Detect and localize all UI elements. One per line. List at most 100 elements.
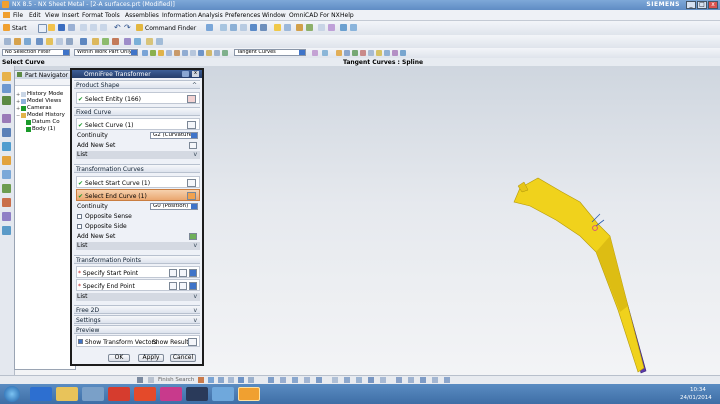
snap-endpoint-icon[interactable] [198, 377, 204, 383]
component-rule-icon[interactable] [198, 50, 204, 56]
app-taskbar-icon[interactable] [160, 387, 182, 401]
work-part-filter-dropdown[interactable]: Within Work Part Only [74, 49, 138, 56]
face-rule-icon[interactable] [174, 50, 180, 56]
offset-icon[interactable] [156, 38, 163, 45]
menu-help[interactable]: Help [340, 12, 354, 19]
flange-icon[interactable] [46, 38, 53, 45]
snap-existing-point-icon[interactable] [248, 377, 254, 383]
tree-item-history-mode[interactable]: History Mode [27, 91, 63, 97]
sheet-metal-part[interactable] [500, 166, 660, 376]
opposite-side-row[interactable]: Opposite Side [76, 222, 200, 231]
history-icon[interactable] [2, 156, 11, 165]
command-finder-button[interactable]: Command Finder [145, 25, 196, 32]
feature-rule-icon[interactable] [190, 50, 196, 56]
point-dialog-icon[interactable] [169, 282, 177, 290]
app-taskbar-icon[interactable] [186, 387, 208, 401]
select-entity-row[interactable]: ✔ Select Entity (166) [76, 92, 200, 104]
point-type-dropdown[interactable] [189, 282, 197, 290]
apply-button[interactable]: Apply [138, 354, 164, 362]
opposite-sense-row[interactable]: Opposite Sense [76, 212, 200, 221]
tree-item-body[interactable]: Body (1) [32, 126, 55, 132]
omnicad-icon[interactable] [124, 38, 131, 45]
transform-icon[interactable] [134, 38, 141, 45]
curve-selection-icon[interactable] [187, 192, 196, 200]
process-studio-icon[interactable] [2, 184, 11, 193]
snap-control-point-icon[interactable] [268, 377, 274, 383]
point-type-dropdown[interactable] [189, 269, 197, 277]
save-icon[interactable] [58, 24, 65, 31]
zoom-icon[interactable] [230, 24, 237, 31]
system-scenes-icon[interactable] [2, 212, 11, 221]
select-icon[interactable] [158, 50, 164, 56]
snap-curve-icon[interactable] [356, 377, 362, 383]
section-transformation-points[interactable]: Transformation Points [74, 255, 200, 264]
snap-vertex-icon[interactable] [396, 377, 402, 383]
specify-start-point-row[interactable]: * Specify Start Point [76, 266, 200, 278]
extrude-icon[interactable] [14, 38, 21, 45]
menu-file[interactable]: File [13, 12, 23, 19]
measure-icon[interactable] [340, 24, 347, 31]
flat-pattern-icon[interactable] [80, 38, 87, 45]
app-taskbar-icon[interactable] [108, 387, 130, 401]
add-new-set-button[interactable] [189, 233, 197, 240]
section-preview[interactable]: Preview [74, 325, 200, 334]
system-materials-icon[interactable] [2, 170, 11, 179]
redo-icon[interactable]: ↷ [124, 23, 131, 32]
constraint-navigator-icon[interactable] [2, 84, 11, 93]
shaded-icon[interactable] [274, 24, 281, 31]
snap-axis-icon[interactable] [432, 377, 438, 383]
close-button[interactable]: x [708, 1, 718, 9]
ok-button[interactable]: OK [108, 354, 130, 362]
snap-spline-def-icon[interactable] [344, 377, 350, 383]
palettes-icon[interactable] [2, 226, 11, 235]
explorer-taskbar-icon[interactable] [56, 387, 78, 401]
hole-icon[interactable] [92, 38, 99, 45]
cut-icon[interactable] [80, 24, 87, 31]
part-navigator-icon[interactable] [2, 96, 11, 105]
menu-insert[interactable]: Insert [62, 12, 79, 19]
snap-endpoint-icon[interactable] [336, 50, 342, 56]
select-start-curve-row[interactable]: ✔ Select Start Curve (1) [76, 176, 200, 188]
roles-icon[interactable] [2, 198, 11, 207]
body-rule-icon[interactable] [182, 50, 188, 56]
menu-preferences[interactable]: Preferences [225, 12, 260, 19]
nx-menu-icon[interactable] [3, 12, 10, 18]
menu-information[interactable]: Information [162, 12, 197, 19]
deselect-icon[interactable] [166, 50, 172, 56]
start-orb-icon[interactable] [4, 386, 20, 402]
start-button[interactable]: Start [12, 25, 27, 32]
section-transformation-curves[interactable]: Transformation Curves [74, 164, 200, 173]
curve-selection-icon[interactable] [187, 179, 196, 187]
orient-view-icon[interactable] [260, 24, 267, 31]
point-dialog-icon[interactable] [169, 269, 177, 277]
menu-tools[interactable]: Tools [105, 12, 120, 19]
snap-bounded-grid-icon[interactable] [316, 377, 322, 383]
snap-intersection-icon[interactable] [280, 377, 286, 383]
close-icon[interactable]: x [192, 71, 199, 77]
maximize-button[interactable]: □ [697, 1, 707, 9]
snap-point-on-face-icon[interactable] [392, 50, 398, 56]
tree-item-datum[interactable]: Datum Co [32, 119, 60, 125]
list-row[interactable]: List v [76, 242, 200, 250]
select-all-icon[interactable] [150, 50, 156, 56]
menu-view[interactable]: View [45, 12, 59, 19]
opposite-side-checkbox[interactable] [77, 224, 82, 229]
part-surface[interactable] [513, 177, 645, 373]
section-icon[interactable] [350, 24, 357, 31]
snap-midpoint-icon[interactable] [208, 377, 214, 383]
curve-rule-dropdown[interactable]: Tangent Curves [234, 49, 306, 56]
expand-toggle[interactable]: + [16, 99, 20, 105]
select-end-curve-row[interactable]: ✔ Select End Curve (1) [76, 189, 200, 201]
web-browser-icon[interactable] [2, 142, 11, 151]
ie-taskbar-icon[interactable] [30, 387, 52, 401]
snap-body-icon[interactable] [380, 377, 386, 383]
app-taskbar-icon[interactable] [212, 387, 234, 401]
stop-at-intersection-icon[interactable] [312, 50, 318, 56]
snap-tangent-icon[interactable] [228, 377, 234, 383]
snap-existing-point-icon[interactable] [400, 50, 406, 56]
sketch-icon[interactable] [4, 38, 11, 45]
edge-rule-icon[interactable] [206, 50, 212, 56]
pan-icon[interactable] [240, 24, 247, 31]
copy-icon[interactable] [90, 24, 97, 31]
snap-plane-icon[interactable] [420, 377, 426, 383]
